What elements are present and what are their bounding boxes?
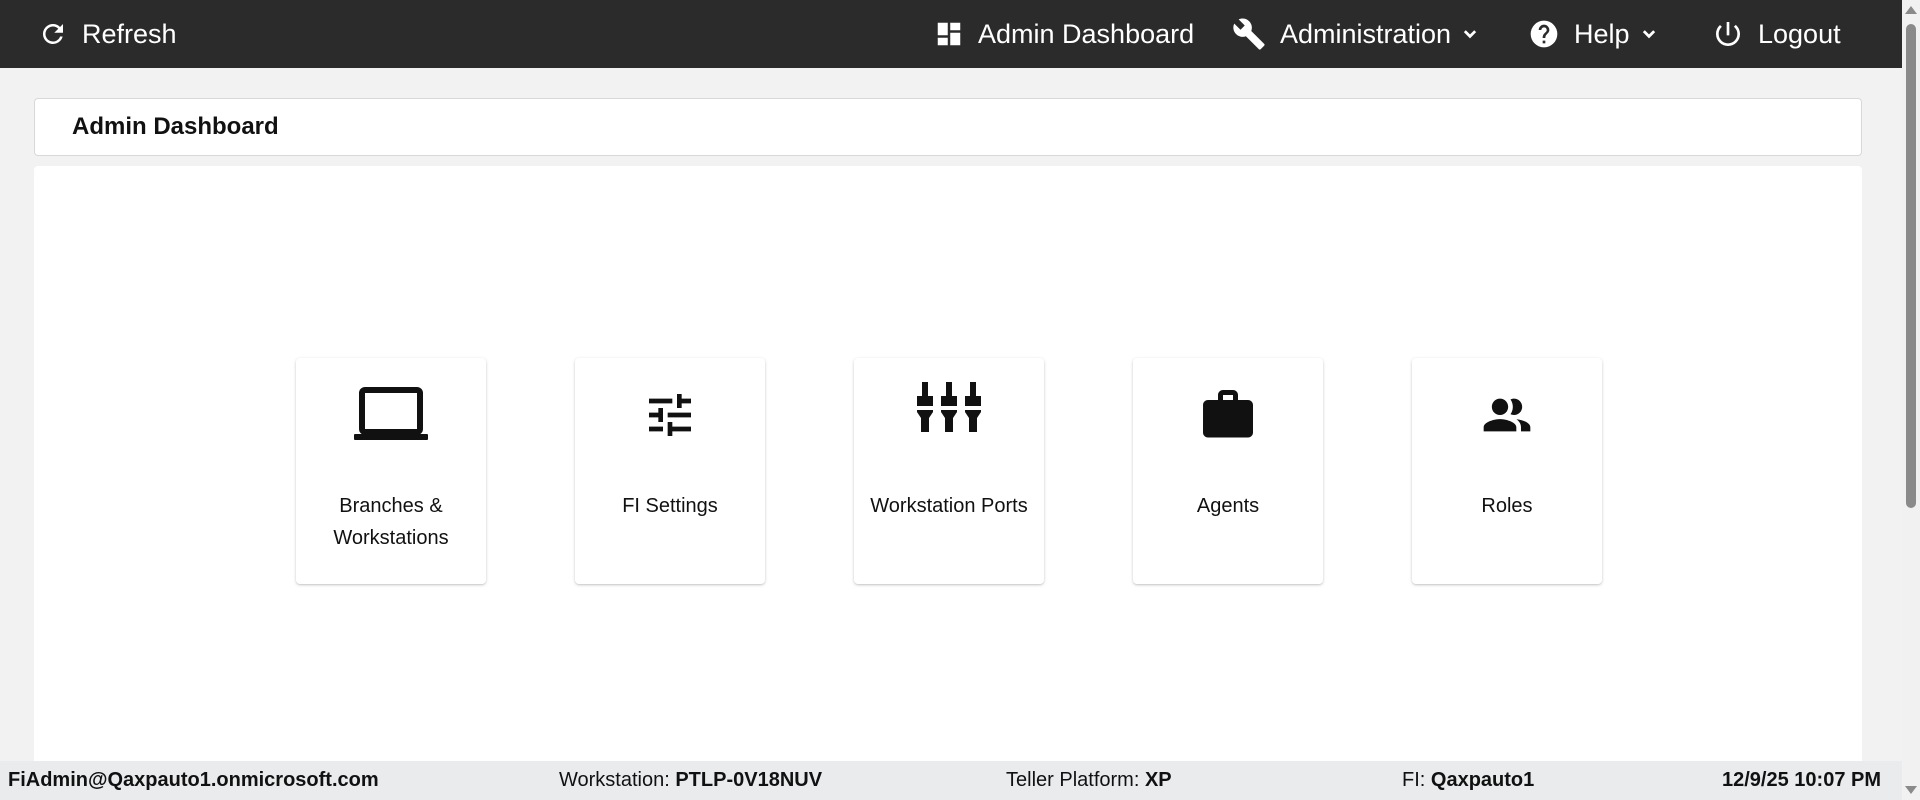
wrench-icon [1232,17,1266,51]
tile-label: FI Settings [622,495,718,517]
datetime-value: 12/9/25 10:07 PM [1722,769,1881,791]
administration-label: Administration [1280,18,1452,49]
dashboard-icon [934,19,964,49]
refresh-icon [38,19,68,49]
status-user: FiAdmin@Qaxpauto1.onmicrosoft.com [8,761,379,800]
briefcase-icon [1133,382,1323,448]
logout-button[interactable]: Logout [1712,0,1841,68]
page-title: Admin Dashboard [72,113,279,140]
fi-value: Qaxpauto1 [1430,769,1535,791]
scroll-thumb[interactable] [1906,24,1916,508]
tile-label: Agents [1196,495,1260,517]
workstation-label: Workstation: [559,769,670,791]
status-platform: Teller Platform: XP [1006,761,1172,800]
tile-roles[interactable]: Roles [1412,358,1602,584]
tile-label: Workstation Ports [870,495,1028,517]
admin-dashboard-label: Admin Dashboard [978,18,1195,49]
vertical-scrollbar[interactable] [1902,0,1920,800]
administration-menu[interactable]: Administration [1232,0,1481,68]
chevron-down-icon [1459,23,1481,45]
tile-workstation-ports[interactable]: Workstation Ports [854,358,1044,584]
admin-dashboard-link[interactable]: Admin Dashboard [934,0,1194,68]
power-icon [1712,18,1744,50]
workstation-value: PTLP-0V18NUV [675,769,823,791]
help-icon [1528,18,1560,50]
ports-icon [854,382,1044,448]
tile-fi-settings[interactable]: FI Settings [575,358,765,584]
laptop-icon [296,382,486,448]
refresh-button[interactable]: Refresh [38,0,177,68]
status-bar: FiAdmin@Qaxpauto1.onmicrosoft.com Workst… [0,761,1902,800]
scroll-up-arrow-icon[interactable] [1905,6,1917,14]
status-workstation: Workstation: PTLP-0V18NUV [559,761,822,800]
help-menu[interactable]: Help [1528,0,1660,68]
refresh-label: Refresh [82,18,177,49]
tile-branches-workstations[interactable]: Branches & Workstations [296,358,486,584]
status-datetime: 12/9/25 10:07 PM [1722,761,1881,800]
status-fi: FI: Qaxpauto1 [1402,761,1534,800]
sliders-icon [575,382,765,448]
platform-label: Teller Platform: [1006,769,1140,791]
logout-label: Logout [1758,18,1841,49]
scroll-down-arrow-icon[interactable] [1905,786,1917,794]
page-header: Admin Dashboard [34,98,1862,156]
top-nav-bar: Refresh Admin Dashboard Administration H… [0,0,1902,68]
people-icon [1412,382,1602,448]
fi-label: FI: [1402,769,1426,791]
chevron-down-icon [1638,23,1660,45]
tile-label: Roles [1481,495,1533,517]
user-email: FiAdmin@Qaxpauto1.onmicrosoft.com [8,769,379,791]
tile-label: Branches & Workstations [333,495,449,549]
platform-value: XP [1144,769,1172,791]
tile-agents[interactable]: Agents [1133,358,1323,584]
help-label: Help [1574,18,1630,49]
